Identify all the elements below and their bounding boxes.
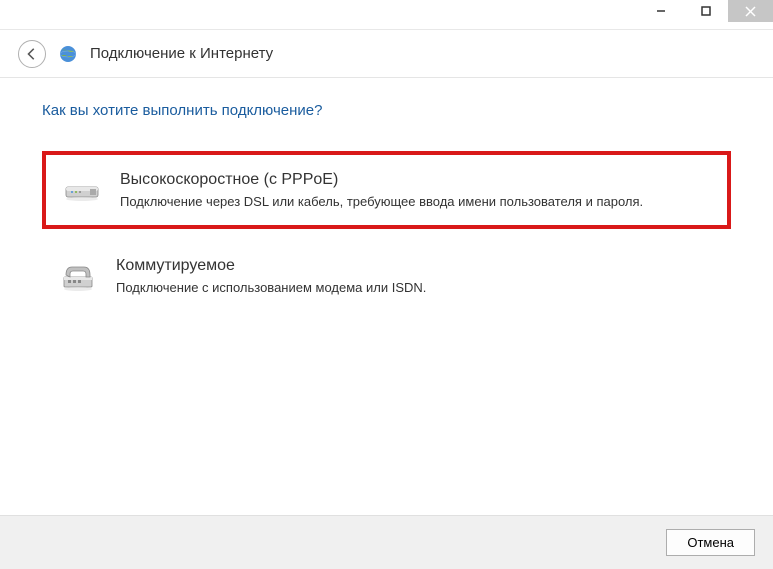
content-area: Как вы хотите выполнить подключение? Выс… <box>0 78 773 335</box>
options-list: Высокоскоростное (с PPPoE) Подключение ч… <box>42 151 731 311</box>
option-title: Коммутируемое <box>116 257 715 275</box>
maximize-button[interactable] <box>683 0 728 22</box>
close-button[interactable] <box>728 0 773 22</box>
option-text: Высокоскоростное (с PPPoE) Подключение ч… <box>120 169 711 211</box>
modem-icon <box>62 169 102 209</box>
minimize-button[interactable] <box>638 0 683 22</box>
option-title: Высокоскоростное (с PPPoE) <box>120 171 711 189</box>
globe-icon <box>58 44 78 64</box>
back-button[interactable] <box>18 40 46 68</box>
cancel-button[interactable]: Отмена <box>666 529 755 556</box>
phone-modem-icon <box>58 255 98 295</box>
question-heading: Как вы хотите выполнить подключение? <box>42 102 731 119</box>
option-text: Коммутируемое Подключение с использовани… <box>116 255 715 297</box>
option-broadband-pppoe[interactable]: Высокоскоростное (с PPPoE) Подключение ч… <box>42 151 731 229</box>
option-dialup[interactable]: Коммутируемое Подключение с использовани… <box>42 241 731 311</box>
titlebar-buttons <box>638 0 773 22</box>
titlebar <box>0 0 773 30</box>
footer: Отмена <box>0 515 773 569</box>
header: Подключение к Интернету <box>0 30 773 78</box>
option-description: Подключение с использованием модема или … <box>116 279 715 297</box>
option-description: Подключение через DSL или кабель, требую… <box>120 193 711 211</box>
window-title: Подключение к Интернету <box>90 45 273 62</box>
